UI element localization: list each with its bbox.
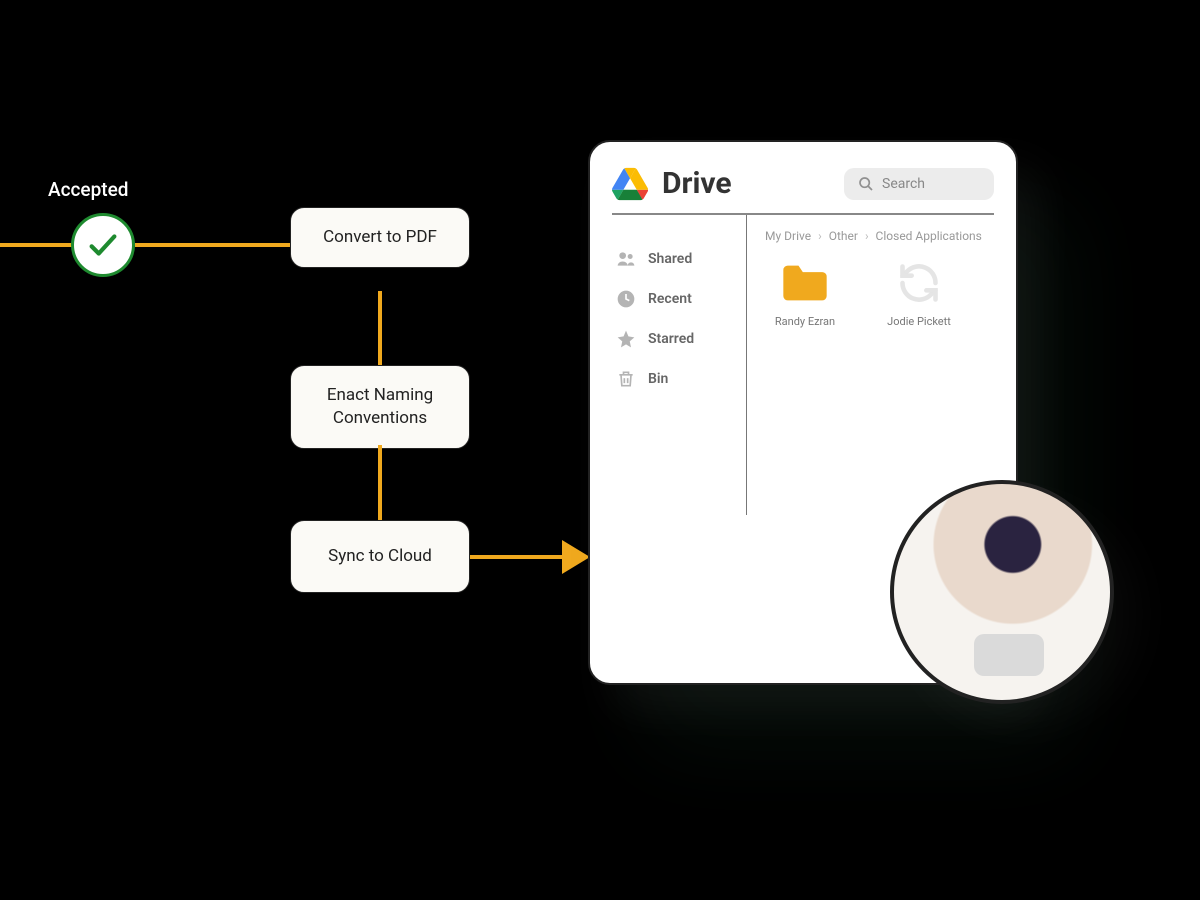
breadcrumb-item[interactable]: Other [829, 229, 858, 243]
step-naming-conventions: Enact Naming Conventions [290, 365, 470, 449]
file-label: Jodie Pickett [887, 315, 951, 328]
search-icon [858, 176, 874, 192]
chevron-right-icon: › [865, 229, 869, 243]
search-placeholder: Search [882, 176, 925, 192]
arrow-right-icon [562, 540, 590, 574]
connector-line [135, 243, 290, 247]
sidebar-item-starred[interactable]: Starred [612, 319, 746, 359]
sidebar-item-recent[interactable]: Recent [612, 279, 746, 319]
sidebar-item-label: Shared [648, 251, 692, 267]
trash-icon [616, 369, 636, 389]
connector-line [378, 291, 382, 366]
file-label: Randy Ezran [775, 315, 835, 328]
breadcrumb-item[interactable]: My Drive [765, 229, 811, 243]
accepted-label: Accepted [48, 178, 129, 201]
sync-icon [897, 261, 941, 305]
folder-icon [779, 261, 831, 305]
step-convert-pdf: Convert to PDF [290, 207, 470, 268]
sidebar-item-label: Bin [648, 371, 668, 387]
drive-sidebar: Shared Recent Starred Bin [612, 215, 747, 515]
people-icon [616, 249, 636, 269]
accepted-check-icon [71, 213, 135, 277]
sidebar-item-bin[interactable]: Bin [612, 359, 746, 399]
file-folder[interactable]: Randy Ezran [765, 261, 845, 328]
star-icon [616, 329, 636, 349]
drive-title: Drive [662, 166, 830, 201]
chevron-right-icon: › [818, 229, 822, 243]
sidebar-item-label: Starred [648, 331, 694, 347]
step-sync-cloud: Sync to Cloud [290, 520, 470, 593]
connector-line [470, 555, 570, 559]
google-drive-icon [612, 167, 648, 201]
breadcrumb: My Drive › Other › Closed Applications [765, 229, 994, 243]
breadcrumb-item[interactable]: Closed Applications [876, 229, 982, 243]
clock-icon [616, 289, 636, 309]
sidebar-item-label: Recent [648, 291, 692, 307]
sidebar-item-shared[interactable]: Shared [612, 239, 746, 279]
connector-line [378, 445, 382, 520]
file-syncing[interactable]: Jodie Pickett [879, 261, 959, 328]
search-input[interactable]: Search [844, 168, 994, 200]
connector-line [0, 243, 72, 247]
avatar [890, 480, 1114, 704]
